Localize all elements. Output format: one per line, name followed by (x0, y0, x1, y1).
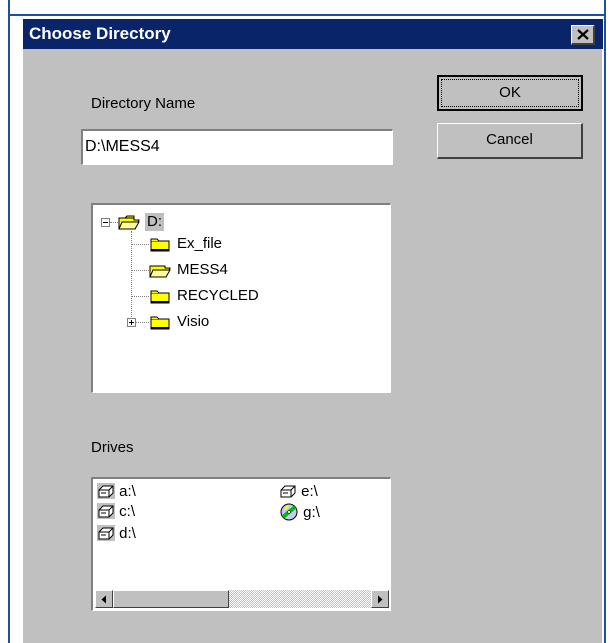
drives-label: Drives (91, 439, 134, 456)
hard-drive-icon (280, 485, 296, 498)
tree-connector (131, 244, 149, 245)
dialog-title: Choose Directory (29, 24, 171, 43)
tree-connector (131, 270, 149, 271)
scroll-right-button[interactable] (371, 590, 389, 608)
background-window-right-border (604, 0, 606, 643)
drive-label: c:\ (119, 503, 136, 520)
tree-item-label[interactable]: Ex_file (177, 235, 222, 253)
folder-icon (150, 290, 170, 304)
ok-button[interactable]: OK (437, 75, 583, 111)
open-folder-icon (149, 265, 171, 278)
drive-label: e:\ (301, 483, 318, 500)
choose-directory-dialog: Choose Directory Directory Name D:\MESS4… (22, 18, 603, 643)
tree-root-label[interactable]: D: (145, 213, 164, 231)
background-window-left-border (8, 0, 10, 643)
tree-item-label[interactable]: MESS4 (177, 261, 228, 279)
arrow-left-icon (101, 595, 106, 603)
tree-connector (110, 222, 118, 223)
drives-list[interactable]: a:\ c:\ d:\ e:\ g:\ (91, 477, 391, 611)
title-bar[interactable]: Choose Directory (23, 19, 603, 49)
hard-drive-icon (97, 503, 115, 519)
ok-button-label: OK (441, 79, 579, 107)
hard-drive-icon (97, 525, 115, 541)
directory-name-input[interactable]: D:\MESS4 (81, 129, 393, 165)
drive-item[interactable]: e:\ (279, 483, 318, 501)
cd-drive-icon (280, 503, 298, 521)
tree-connector (131, 296, 149, 297)
drive-item[interactable]: g:\ (279, 503, 320, 522)
drive-item[interactable]: c:\ (97, 503, 135, 521)
tree-item-label[interactable]: RECYCLED (177, 287, 259, 305)
collapse-toggle-root[interactable] (101, 218, 110, 227)
directory-name-label: Directory Name (91, 95, 196, 112)
drive-item[interactable]: a:\ (97, 483, 136, 501)
screen: Choose Directory Directory Name D:\MESS4… (0, 0, 615, 643)
folder-icon (150, 316, 170, 330)
tree-item-label[interactable]: Visio (177, 313, 209, 331)
expand-toggle-visio[interactable] (127, 318, 136, 327)
scroll-left-button[interactable] (95, 590, 113, 608)
drive-label: g:\ (303, 504, 320, 521)
close-icon (576, 29, 589, 40)
floppy-drive-icon (97, 483, 115, 499)
background-window-edge (10, 14, 604, 16)
scroll-thumb[interactable] (113, 590, 229, 608)
drive-label: d:\ (119, 525, 136, 542)
arrow-right-icon (378, 595, 383, 603)
drive-item[interactable]: d:\ (97, 525, 136, 543)
tree-connector (136, 322, 149, 323)
folder-icon (150, 238, 170, 252)
close-button[interactable] (571, 25, 595, 45)
drives-horizontal-scrollbar[interactable] (95, 590, 389, 608)
open-folder-icon (118, 215, 140, 230)
minus-icon (103, 222, 108, 223)
plus-icon (129, 320, 134, 325)
background-window-strip (10, 0, 604, 20)
drive-label: a:\ (119, 483, 136, 500)
directory-tree[interactable]: D: Ex_file MESS4 RECYCLED Visio (91, 203, 391, 393)
cancel-button[interactable]: Cancel (437, 123, 583, 159)
